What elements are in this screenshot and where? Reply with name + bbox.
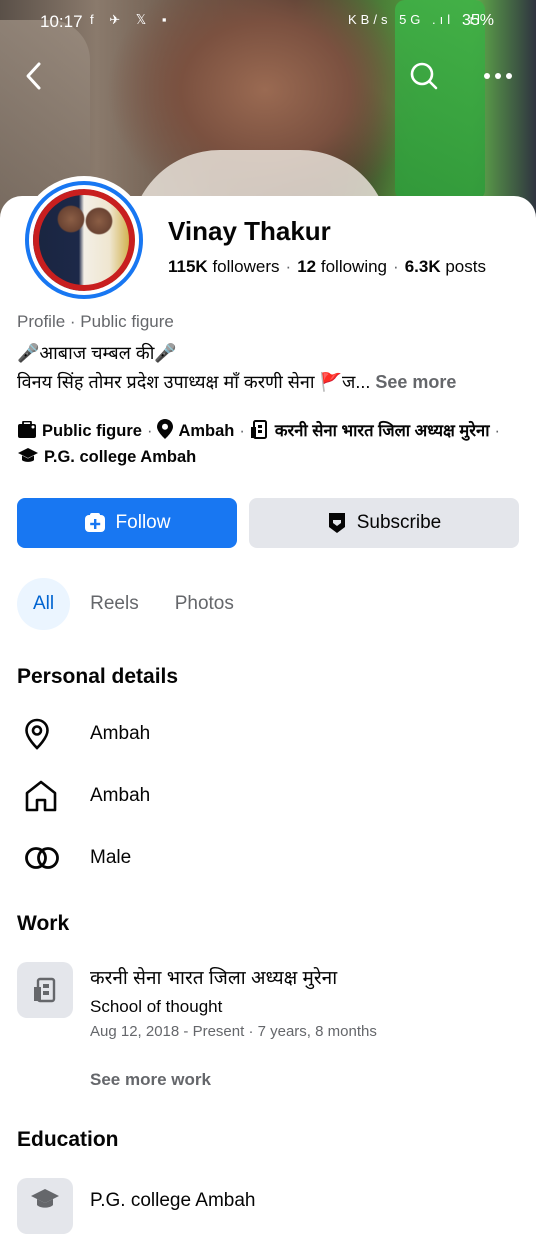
follow-button[interactable]: Follow: [17, 498, 237, 548]
back-button[interactable]: [14, 56, 54, 96]
avatar-photo: [33, 189, 135, 291]
profile-avatar[interactable]: [20, 176, 148, 304]
education-title: Education: [17, 1128, 119, 1151]
profile-category: Profile · Public figure: [17, 312, 174, 331]
status-bar: 10:17 f ✈ 𝕏 ▪ KB/s 5G .ıl .ıl 35%: [0, 0, 536, 44]
tab-photos[interactable]: Photos: [159, 578, 250, 630]
graduation-cap-icon: [18, 448, 38, 462]
follow-label: Follow: [115, 512, 171, 533]
following-link[interactable]: 12 following: [297, 257, 387, 276]
briefcase-icon: [18, 421, 36, 438]
battery-level: 35%: [462, 12, 495, 29]
detail-row-hometown: Ambah: [24, 776, 150, 816]
education-icon-tile[interactable]: [17, 1178, 73, 1234]
tab-all[interactable]: All: [17, 578, 71, 630]
profile-stats: 115K followers · 12 following · 6.3K posts: [168, 257, 486, 276]
location-pin-icon: [157, 419, 174, 439]
work-title: Work: [17, 912, 70, 935]
more-dots-icon: [484, 73, 512, 79]
education-school[interactable]: P.G. college Ambah: [90, 1190, 255, 1212]
followers-link[interactable]: 115K followers: [168, 257, 280, 276]
work-icon-tile[interactable]: [17, 962, 73, 1018]
notification-icons: f ✈ 𝕏 ▪: [90, 12, 173, 27]
intro-location: Ambah: [157, 419, 234, 440]
home-icon: [25, 780, 57, 812]
building-icon: [34, 977, 56, 1003]
location-pin-icon: [25, 718, 49, 750]
badge-icon: [328, 513, 345, 533]
bio-line-2: विनय सिंह तोमर प्रदेश उपाध्यक्ष माँ करणी…: [17, 372, 457, 392]
graduation-cap-icon: [31, 1189, 59, 1208]
intro-college: P.G. college Ambah: [17, 448, 196, 466]
detail-hometown-text: Ambah: [90, 785, 151, 806]
intro-public-figure: Public figure: [17, 421, 142, 440]
detail-gender-text: Male: [90, 847, 132, 868]
status-time: 10:17: [40, 12, 83, 31]
back-arrow-icon: [26, 62, 41, 90]
personal-details-title: Personal details: [17, 665, 179, 688]
detail-location-text: Ambah: [90, 723, 151, 744]
detail-row-location: Ambah: [24, 714, 150, 754]
story-ring: [25, 181, 143, 299]
search-button[interactable]: [404, 56, 444, 96]
see-more-work-button[interactable]: See more work: [90, 1070, 211, 1090]
subscribe-button[interactable]: Subscribe: [249, 498, 519, 548]
profile-tabs: All Reels Photos: [17, 578, 254, 630]
tab-reels[interactable]: Reels: [74, 578, 155, 630]
gender-rings-icon: [25, 847, 59, 869]
detail-row-gender: Male: [24, 838, 131, 878]
follow-user-plus-icon: [84, 513, 105, 532]
intro-details: Public figure · Ambah · करनी सेना भारत जिला …: [17, 418, 522, 470]
work-subtitle: School of thought: [90, 997, 223, 1016]
search-icon: [410, 62, 438, 90]
more-options-button[interactable]: [478, 56, 518, 96]
posts-count: 6.3K posts: [404, 257, 486, 276]
work-dates: Aug 12, 2018 - Present · 7 years, 8 mont…: [90, 1023, 377, 1040]
building-icon: [250, 420, 267, 439]
intro-workplace: करनी सेना भारत जिला अध्यक्ष मुरेना: [250, 420, 489, 440]
profile-name: Vinay Thakur: [168, 216, 331, 246]
bio-line-1: 🎤आबाज चम्बल की🎤: [17, 343, 177, 363]
bio-see-more-link[interactable]: See more: [375, 372, 456, 392]
subscribe-label: Subscribe: [356, 512, 442, 533]
work-job-title[interactable]: करनी सेना भारत जिला अध्यक्ष मुरेना: [90, 964, 337, 990]
